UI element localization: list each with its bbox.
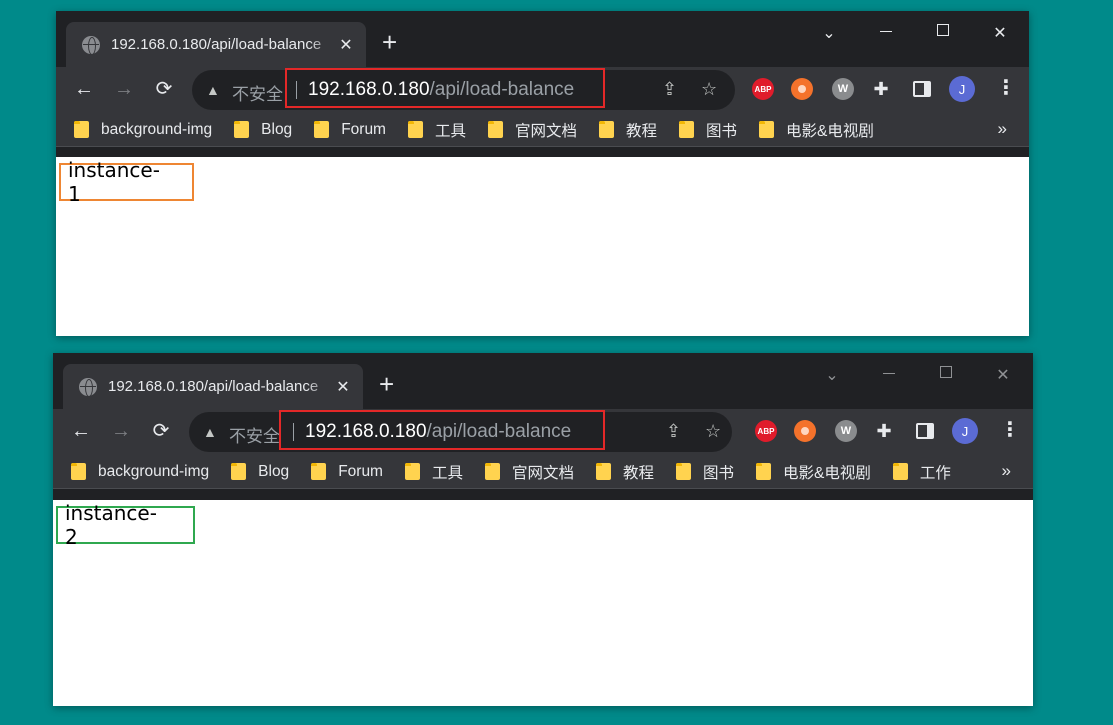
maximize-button[interactable] <box>928 23 958 41</box>
menu-icon[interactable]: ⋮ <box>996 75 1016 100</box>
forward-button[interactable]: → <box>112 77 136 101</box>
bookmark-folder[interactable]: 图书 <box>676 461 734 483</box>
folder-icon <box>234 121 250 138</box>
profile-avatar[interactable]: J <box>949 76 975 102</box>
globe-icon <box>82 35 100 55</box>
maximize-button[interactable] <box>931 365 961 383</box>
new-tab-button[interactable]: + <box>382 29 397 55</box>
folder-icon <box>679 121 695 138</box>
side-panel-icon[interactable] <box>913 81 931 97</box>
toolbar: ← → ⟳ ▲ 不安全 192.168.0.180/api/load-balan… <box>56 67 1029 113</box>
bookmarks-overflow-icon[interactable]: » <box>1002 461 1011 481</box>
adblock-plus-icon[interactable]: ABP <box>755 420 777 442</box>
bookmark-folder[interactable]: Blog <box>234 121 292 139</box>
star-icon[interactable]: ☆ <box>705 421 721 442</box>
adblock-plus-icon[interactable]: ABP <box>752 78 774 100</box>
bookmark-folder[interactable]: 教程 <box>596 461 654 483</box>
tab-title: 192.168.0.180/api/load-balance <box>111 36 322 53</box>
title-bar: 192.168.0.180/api/load-balance ✕ + ⌄ ✕ <box>56 11 1029 67</box>
minimize-button[interactable] <box>874 365 904 383</box>
folder-icon <box>74 121 89 138</box>
security-label[interactable]: 不安全 <box>232 80 283 105</box>
tab-title: 192.168.0.180/api/load-balance <box>108 378 319 395</box>
extensions-puzzle-icon[interactable]: ✚ <box>873 420 895 442</box>
bookmark-folder[interactable]: 教程 <box>599 119 657 141</box>
back-button[interactable]: ← <box>69 419 93 443</box>
bookmark-folder[interactable]: background-img <box>74 121 212 139</box>
folder-icon <box>231 463 247 480</box>
reload-button[interactable]: ⟳ <box>152 77 176 101</box>
side-panel-icon[interactable] <box>916 423 934 439</box>
w-extension-icon[interactable]: W <box>832 78 854 100</box>
tab-list-icon[interactable]: ⌄ <box>814 23 844 43</box>
url-highlight-box <box>285 68 605 108</box>
folder-icon <box>676 463 692 480</box>
forward-button[interactable]: → <box>109 419 133 443</box>
warning-icon[interactable]: ▲ <box>203 424 217 440</box>
profile-avatar[interactable]: J <box>952 418 978 444</box>
new-tab-button[interactable]: + <box>379 371 394 397</box>
rss-extension-icon[interactable] <box>794 420 816 442</box>
bookmark-folder[interactable]: 官网文档 <box>485 461 574 483</box>
rss-extension-icon[interactable] <box>791 78 813 100</box>
security-label[interactable]: 不安全 <box>229 422 280 447</box>
response-text: instance-2 <box>56 501 195 549</box>
folder-icon <box>892 463 908 480</box>
bookmark-folder[interactable]: Forum <box>311 463 383 481</box>
share-icon[interactable]: ⇪ <box>666 421 681 442</box>
page-content: instance-2 <box>53 500 1033 706</box>
address-bar[interactable]: ▲ 不安全 192.168.0.180/api/load-balance ⇪ ☆ <box>189 410 732 452</box>
w-extension-icon[interactable]: W <box>835 420 857 442</box>
bookmarks-bar: background-img Blog Forum 工具 官网文档 教程 图书 … <box>53 455 1033 489</box>
folder-icon <box>599 121 615 138</box>
bookmark-folder[interactable]: 工具 <box>404 461 463 483</box>
folder-icon <box>314 121 330 138</box>
browser-window-2: 192.168.0.180/api/load-balance ✕ + ⌄ ✕ ←… <box>53 353 1033 706</box>
bookmark-folder[interactable]: 电影&电视剧 <box>759 119 874 141</box>
globe-icon <box>79 377 97 397</box>
bookmarks-overflow-icon[interactable]: » <box>998 119 1007 139</box>
bookmark-folder[interactable]: 工具 <box>407 119 466 141</box>
close-tab-icon[interactable]: ✕ <box>333 377 353 397</box>
bookmark-folder[interactable]: Forum <box>314 121 386 139</box>
active-tab[interactable]: 192.168.0.180/api/load-balance ✕ <box>63 364 363 409</box>
bookmark-folder[interactable]: 图书 <box>679 119 737 141</box>
page-content: instance-1 <box>56 157 1029 336</box>
response-text: instance-1 <box>59 158 194 206</box>
reload-button[interactable]: ⟳ <box>149 419 173 443</box>
tab-list-icon[interactable]: ⌄ <box>817 365 847 385</box>
menu-icon[interactable]: ⋮ <box>1000 417 1020 442</box>
bookmark-folder[interactable]: 官网文档 <box>488 119 577 141</box>
bookmarks-bar: background-img Blog Forum 工具 官网文档 教程 图书 … <box>56 113 1029 147</box>
bookmark-folder[interactable]: 电影&电视剧 <box>756 461 871 483</box>
title-bar: 192.168.0.180/api/load-balance ✕ + ⌄ ✕ <box>53 353 1033 409</box>
close-tab-icon[interactable]: ✕ <box>336 35 356 55</box>
bookmark-folder[interactable]: 工作 <box>892 461 951 483</box>
address-bar[interactable]: ▲ 不安全 192.168.0.180/api/load-balance ⇪ ☆ <box>192 68 735 110</box>
minimize-button[interactable] <box>871 23 901 41</box>
bookmark-folder[interactable]: Blog <box>231 463 289 481</box>
back-button[interactable]: ← <box>72 77 96 101</box>
star-icon[interactable]: ☆ <box>701 79 717 100</box>
folder-icon <box>485 463 500 480</box>
folder-icon <box>759 121 775 138</box>
close-window-button[interactable]: ✕ <box>985 23 1015 43</box>
folder-icon <box>71 463 86 480</box>
bookmark-folder[interactable]: background-img <box>71 463 209 481</box>
close-window-button[interactable]: ✕ <box>988 365 1018 385</box>
toolbar: ← → ⟳ ▲ 不安全 192.168.0.180/api/load-balan… <box>53 409 1033 455</box>
extensions-puzzle-icon[interactable]: ✚ <box>870 78 892 100</box>
folder-icon <box>407 121 423 138</box>
url-highlight-box <box>279 410 605 450</box>
folder-icon <box>488 121 503 138</box>
folder-icon <box>596 463 612 480</box>
active-tab[interactable]: 192.168.0.180/api/load-balance ✕ <box>66 22 366 67</box>
folder-icon <box>756 463 772 480</box>
warning-icon[interactable]: ▲ <box>206 82 220 98</box>
folder-icon <box>311 463 327 480</box>
browser-window-1: 192.168.0.180/api/load-balance ✕ + ⌄ ✕ ←… <box>56 11 1029 336</box>
share-icon[interactable]: ⇪ <box>662 79 677 100</box>
folder-icon <box>404 463 420 480</box>
